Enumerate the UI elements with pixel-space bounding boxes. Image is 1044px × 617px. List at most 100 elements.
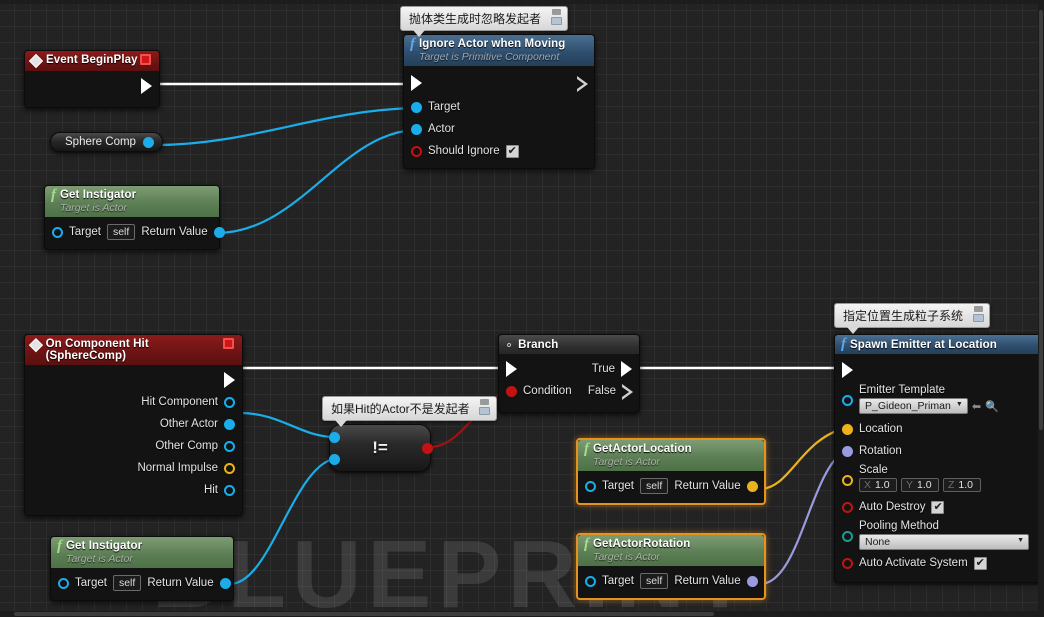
emitter-template-in-pin[interactable] [842,395,853,406]
scale-in-pin[interactable] [842,475,853,486]
event-delegate-icon[interactable] [223,338,234,349]
scale-z-field[interactable]: Z 1.0 [943,478,981,492]
condition-in-pin[interactable] [506,385,517,397]
resize-icon[interactable] [972,314,984,322]
vertical-scrollbar[interactable] [1038,0,1044,617]
resize-icon[interactable] [479,407,491,415]
pin-row-hit: Hit [25,479,242,501]
comment-pin-icons[interactable] [970,306,986,328]
normal-impulse-out-pin[interactable] [224,462,235,474]
target-in-pin[interactable] [585,575,596,587]
node-get-instigator-top[interactable]: f Get Instigator Target is Actor Target … [44,185,225,250]
pin-row-target: Target [404,96,594,118]
node-spawn-emitter-at-location[interactable]: f Spawn Emitter at Location Emitter Temp… [834,334,1044,583]
scrollbar-thumb[interactable] [1039,10,1043,430]
actor-in-pin[interactable] [411,123,422,135]
target-self-value[interactable]: self [639,573,669,589]
return-value-out-pin[interactable] [746,480,758,492]
scale-y-value: 1.0 [917,479,932,491]
comment-tail [335,420,347,427]
target-in-pin[interactable] [58,577,69,589]
node-get-instigator-bottom[interactable]: f Get Instigator Target is Actor Target … [50,536,234,601]
exec-in-pin[interactable] [506,361,517,377]
target-label: Target [69,226,101,238]
should-ignore-checkbox[interactable] [505,144,519,158]
search-icon[interactable]: 🔍 [985,400,999,413]
comment-pin-icons[interactable] [548,9,564,31]
node-body: Target self Return Value [578,471,764,503]
should-ignore-in-pin[interactable] [411,145,422,157]
pin-icon[interactable] [973,306,983,312]
target-in-pin[interactable] [585,480,596,492]
exec-out-pin[interactable] [224,372,235,388]
comment-bubble-spawn-particle[interactable]: 指定位置生成粒子系统 [834,303,991,334]
node-header: Event BeginPlay [25,51,159,71]
return-value-out-pin[interactable] [213,226,225,238]
browse-back-icon[interactable]: ⬅ [972,400,981,413]
auto-activate-in-pin[interactable] [842,557,853,569]
node-title: Event BeginPlay [46,54,138,66]
scale-x-field[interactable]: X 1.0 [859,478,897,492]
node-on-component-hit[interactable]: On Component Hit (SphereComp) Hit Compon… [24,334,243,516]
comment-bubble-ignore-instigator[interactable]: 抛体类生成时忽略发起者 [400,6,569,37]
target-self-value[interactable]: self [639,478,669,494]
pin-icon[interactable] [480,399,490,405]
exec-out-pin[interactable] [577,75,588,92]
exec-in-pin[interactable] [842,362,853,378]
scale-y-field[interactable]: Y 1.0 [901,478,939,492]
location-in-pin[interactable] [842,423,853,435]
result-out-pin[interactable] [422,443,433,454]
exec-out-pin[interactable] [141,78,152,94]
pooling-method-dropdown[interactable]: None [859,534,1029,550]
pooling-method-in-pin[interactable] [842,531,853,542]
blueprint-graph-canvas[interactable]: BLUEPRINT 抛体类生成时忽略发起者 如果Hit的Actor不是发起者 指… [0,0,1044,617]
exec-true-out-pin[interactable] [621,361,632,377]
emitter-template-dropdown[interactable]: P_Gideon_Priman [859,398,968,414]
hit-out-pin[interactable] [224,484,235,496]
comment-bubble-hit-check[interactable]: 如果Hit的Actor不是发起者 [322,396,497,427]
function-icon: f [51,187,56,203]
return-value-label: Return Value [147,577,214,589]
return-value-out-pin[interactable] [746,575,758,587]
node-ignore-actor-when-moving[interactable]: f Ignore Actor when Moving Target is Pri… [403,34,595,169]
pin-row-emitter-template: Emitter Template P_Gideon_Priman ⬅ 🔍 Ret [835,382,1044,418]
event-delegate-icon[interactable] [140,54,151,65]
target-label: Target [602,575,634,587]
node-get-actor-rotation[interactable]: f GetActorRotation Target is Actor Targe… [576,533,766,600]
pin-row-exec-out[interactable] [25,369,242,391]
node-branch[interactable]: ∘ Branch True Condition False [498,334,640,413]
pin-icon[interactable] [551,9,561,15]
resize-icon[interactable] [550,17,562,25]
true-label: True [591,363,615,375]
other-actor-out-pin[interactable] [224,418,235,430]
exec-false-out-pin[interactable] [622,383,633,400]
rotation-in-pin[interactable] [842,445,853,457]
target-in-pin[interactable] [52,226,63,238]
exec-in-pin[interactable] [411,75,422,91]
hit-component-out-pin[interactable] [224,396,235,408]
pin-row-exec-out[interactable] [25,75,159,97]
horizontal-scrollbar[interactable] [0,611,1044,617]
node-not-equal[interactable]: != [329,424,433,472]
target-self-value[interactable]: self [112,575,142,591]
function-icon: f [841,336,846,352]
target-self-value[interactable]: self [106,224,136,240]
scale-y-axis-label: Y [906,479,914,491]
object-out-pin[interactable] [142,136,154,148]
comment-tail [847,327,859,334]
other-comp-out-pin[interactable] [224,440,235,452]
wire-otheractor-notequal [239,411,334,439]
target-in-pin[interactable] [411,101,422,113]
node-header: f Spawn Emitter at Location [835,335,1044,354]
comment-pin-icons[interactable] [477,399,493,421]
node-variable-sphere-comp[interactable]: Sphere Comp [50,132,163,152]
node-event-begin-play[interactable]: Event BeginPlay [24,50,160,108]
auto-destroy-checkbox[interactable] [931,500,945,514]
node-get-actor-location[interactable]: f GetActorLocation Target is Actor Targe… [576,438,766,505]
auto-destroy-in-pin[interactable] [842,501,853,513]
return-value-out-pin[interactable] [219,577,231,589]
auto-activate-checkbox[interactable] [973,556,987,570]
scrollbar-thumb[interactable] [14,612,714,616]
hit-label: Hit [203,484,218,496]
wire-instigator-actor [215,128,416,235]
